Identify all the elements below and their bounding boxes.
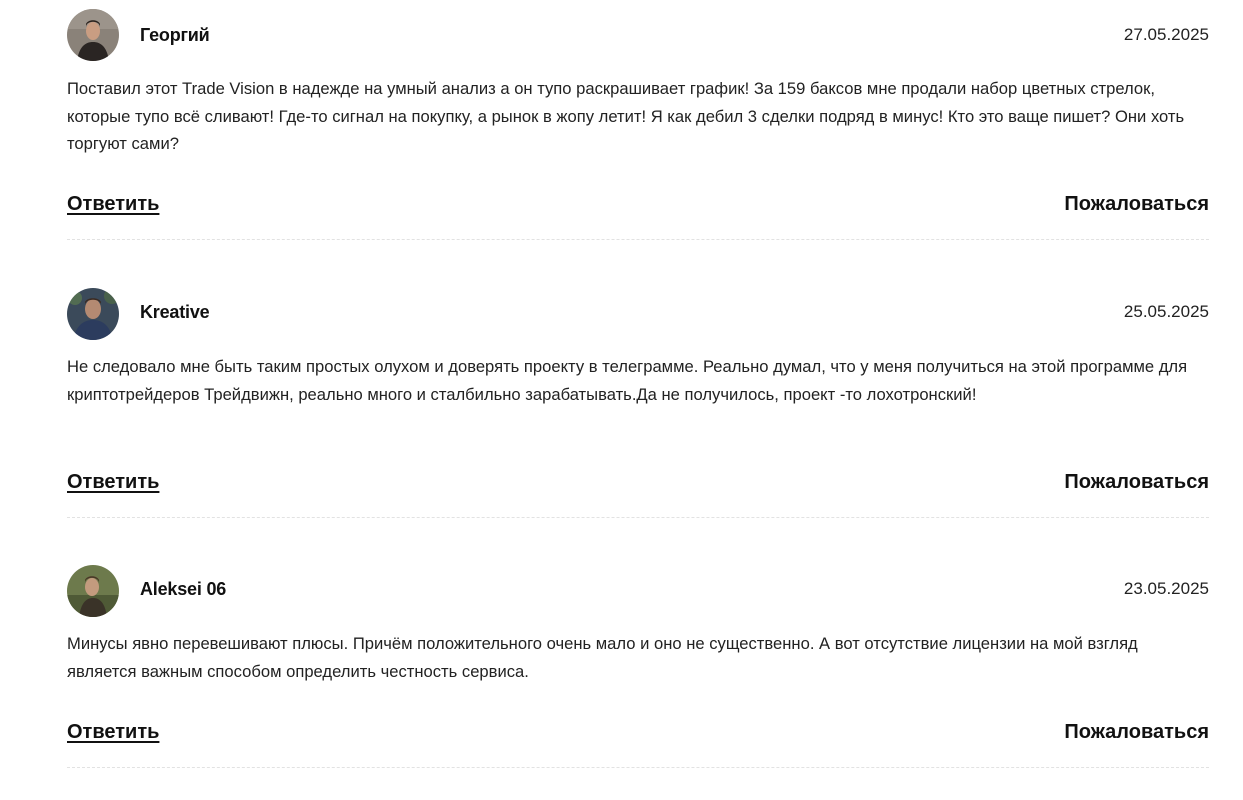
report-link[interactable]: Пожаловаться xyxy=(1064,721,1209,744)
report-link[interactable]: Пожаловаться xyxy=(1064,471,1209,494)
comment-item: Aleksei 06 23.05.2025 Минусы явно переве… xyxy=(67,518,1209,768)
comment-date: 23.05.2025 xyxy=(1123,579,1209,598)
comment-author: Георгий xyxy=(140,25,210,45)
comment-author: Aleksei 06 xyxy=(140,579,227,599)
comment-date: 27.05.2025 xyxy=(1123,25,1209,44)
comment-date: 25.05.2025 xyxy=(1123,302,1209,321)
user-avatar-icon xyxy=(67,288,119,340)
report-link[interactable]: Пожаловаться xyxy=(1064,193,1209,216)
comment-author: Kreative xyxy=(140,302,210,322)
reply-link[interactable]: Ответить xyxy=(67,193,159,216)
reply-link[interactable]: Ответить xyxy=(67,721,159,744)
reply-link[interactable]: Ответить xyxy=(67,471,159,494)
user-avatar-icon xyxy=(67,565,119,617)
comment-item: Kreative 25.05.2025 Не следовало мне быт… xyxy=(67,240,1209,518)
comment-text: Не следовало мне быть таким простых олух… xyxy=(67,357,1188,404)
comment-text: Поставил этот Trade Vision в надежде на … xyxy=(67,79,1185,153)
user-avatar-icon xyxy=(67,9,119,61)
comment-item: Георгий 27.05.2025 Поставил этот Trade V… xyxy=(67,0,1209,240)
comments-list: Георгий 27.05.2025 Поставил этот Trade V… xyxy=(67,0,1209,768)
comment-text: Минусы явно перевешивают плюсы. Причём п… xyxy=(67,634,1138,681)
